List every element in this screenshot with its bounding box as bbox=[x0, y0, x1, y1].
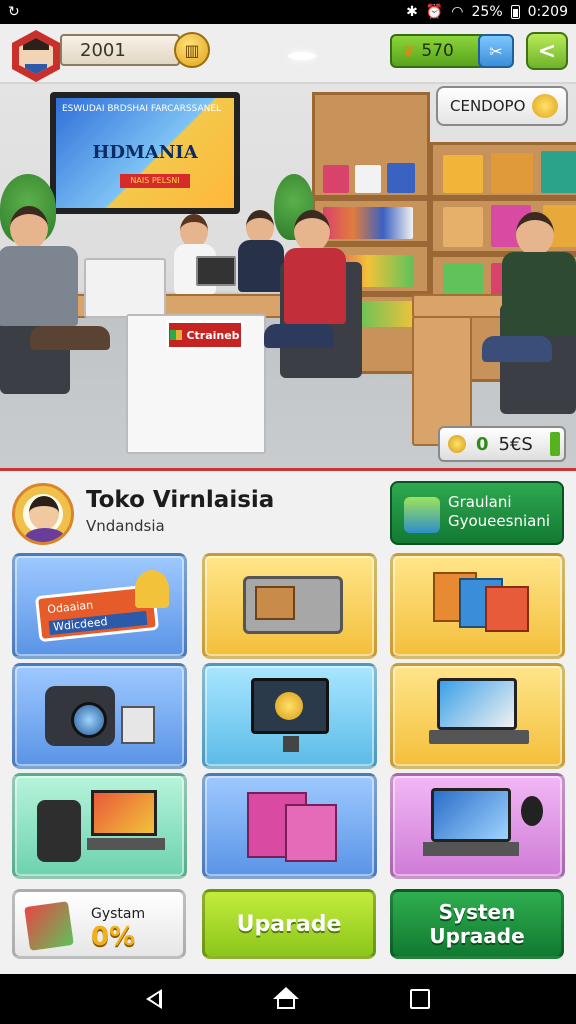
bar-chart-icon: ▥ bbox=[184, 40, 200, 60]
device-icon bbox=[121, 706, 155, 744]
box-icon bbox=[255, 586, 295, 620]
laptop-base bbox=[429, 730, 529, 744]
sync-icon: ↻ bbox=[8, 4, 20, 20]
lens-icon bbox=[71, 702, 107, 738]
income-value: 5€S bbox=[498, 433, 533, 455]
upgrade-paint-button[interactable]: Graulani Gyoueesniani bbox=[390, 481, 564, 545]
bluetooth-icon: ✱ bbox=[406, 4, 418, 20]
system-value: 0% bbox=[91, 922, 136, 952]
tv-screen: ESWUDAI BRDSHAI FARCARSSANEL HDMANIA NAI… bbox=[50, 92, 240, 214]
tile-camera[interactable] bbox=[12, 663, 187, 769]
nav-home-icon[interactable] bbox=[272, 987, 299, 1011]
system-upgrade-line2: Upraade bbox=[429, 924, 525, 948]
shop-subtitle: Vndandsia bbox=[86, 517, 165, 535]
mascot-icon bbox=[135, 570, 169, 608]
profile-avatar[interactable] bbox=[12, 483, 74, 545]
shop-icon bbox=[532, 94, 558, 118]
shop-panel: Toko Virnlaisia Vndandsia Graulani Gyoue… bbox=[0, 468, 576, 974]
shop-button[interactable]: CENDOPO bbox=[436, 86, 568, 126]
game-screen: ↻ ✱ ⏰ ◠ 25% 0:209 ESWUDAI BRDSHAI FARCAR… bbox=[0, 0, 576, 1024]
box-icon bbox=[485, 586, 529, 632]
tool-icon: ✂ bbox=[489, 41, 503, 61]
laptop-base bbox=[423, 842, 519, 856]
shop-name: Toko Virnlaisia bbox=[86, 487, 275, 513]
bin-icon bbox=[37, 800, 81, 862]
coins-value: 570 bbox=[421, 41, 454, 61]
green-button-line2: Gyoueesniani bbox=[448, 512, 550, 530]
ceiling-light bbox=[288, 52, 316, 60]
wheat-icon: ❦ bbox=[402, 41, 416, 61]
coin-icon bbox=[448, 435, 466, 453]
box-icon bbox=[285, 804, 337, 862]
monitor-stand bbox=[283, 736, 299, 752]
tile-signboard[interactable]: Odaaian Wdicdeed bbox=[12, 553, 187, 659]
laptop-icon bbox=[437, 678, 517, 730]
system-upgrade-button[interactable]: Systen Upraade bbox=[390, 889, 564, 959]
green-button-line1: Graulani bbox=[448, 493, 512, 511]
status-time: 0:209 bbox=[527, 4, 568, 20]
printer-stand bbox=[84, 258, 166, 318]
tv-banner: NAIS PELSNI bbox=[120, 174, 190, 188]
battery-percent: 25% bbox=[471, 4, 503, 20]
tv-headline: ESWUDAI BRDSHAI FARCARSSANEL bbox=[62, 104, 222, 114]
laptop bbox=[196, 256, 236, 286]
shop-label: CENDOPO bbox=[450, 97, 526, 115]
tile-pink-boxes[interactable] bbox=[202, 773, 377, 879]
stats-button[interactable]: ▥ bbox=[174, 32, 210, 68]
system-status-button[interactable]: Gystam 0% bbox=[12, 889, 186, 959]
back-button[interactable]: < bbox=[526, 32, 568, 70]
coin-play-icon bbox=[275, 692, 303, 720]
income-bar bbox=[550, 432, 560, 456]
tile-printer[interactable] bbox=[202, 553, 377, 659]
system-upgrade-line1: Systen bbox=[438, 900, 516, 924]
coins-display[interactable]: ❦ 570 bbox=[390, 34, 490, 68]
tv-title: HDMANIA bbox=[92, 142, 198, 163]
android-nav-bar bbox=[0, 974, 576, 1024]
tile-monitor[interactable] bbox=[202, 663, 377, 769]
paint-icon bbox=[404, 497, 440, 533]
alarm-icon: ⏰ bbox=[425, 4, 444, 20]
tile-boxes[interactable] bbox=[390, 553, 565, 659]
keyboard-icon bbox=[87, 838, 165, 850]
microphone-icon bbox=[521, 796, 543, 826]
gift-box-icon bbox=[24, 901, 74, 951]
screen-icon bbox=[91, 790, 157, 836]
tile-laptop-mic[interactable] bbox=[390, 773, 565, 879]
tile-workstation[interactable] bbox=[12, 773, 187, 879]
wifi-icon: ◠ bbox=[451, 4, 464, 20]
nav-recents-icon[interactable] bbox=[410, 989, 431, 1009]
back-arrow-icon: < bbox=[537, 38, 557, 64]
battery-icon bbox=[510, 5, 520, 19]
income-prefix: 0 bbox=[476, 433, 489, 455]
status-bar: ↻ ✱ ⏰ ◠ 25% 0:209 bbox=[0, 0, 576, 24]
income-counter[interactable]: 0 5€S bbox=[438, 426, 566, 462]
upgrade-button[interactable]: Uparade bbox=[202, 889, 376, 959]
desk-sign: Ctraineb bbox=[166, 320, 244, 350]
tools-button[interactable]: ✂ bbox=[478, 34, 514, 68]
upgrade-label: Uparade bbox=[236, 911, 342, 937]
score-display: 2001 bbox=[60, 34, 180, 66]
tile-laptop[interactable] bbox=[390, 663, 565, 769]
nav-back-icon[interactable] bbox=[145, 989, 162, 1009]
system-label: Gystam bbox=[91, 906, 146, 922]
laptop-icon bbox=[431, 788, 511, 842]
